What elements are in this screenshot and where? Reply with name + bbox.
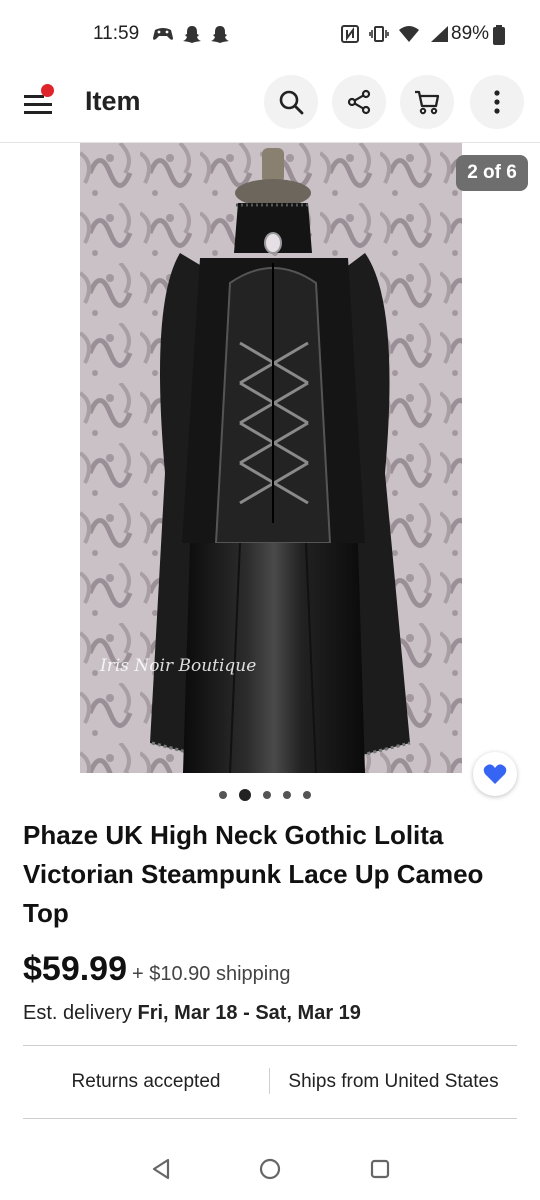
- more-options-button[interactable]: [470, 75, 524, 129]
- snapchat-icon: [183, 26, 201, 43]
- status-bar: 11:59 89%: [0, 0, 540, 70]
- menu-button[interactable]: [22, 84, 58, 120]
- home-circle-icon: [259, 1158, 281, 1180]
- share-button[interactable]: [332, 75, 386, 129]
- pagination-dot[interactable]: [263, 791, 271, 799]
- gamepad-icon: [153, 28, 173, 40]
- pagination-dot[interactable]: [219, 791, 227, 799]
- nfc-icon: [341, 25, 359, 43]
- home-button[interactable]: [255, 1154, 285, 1184]
- returns-info[interactable]: Returns accepted: [23, 1046, 269, 1118]
- signal-icon: [431, 26, 448, 42]
- gallery-pagination: [219, 789, 311, 801]
- item-title: Phaze UK High Neck Gothic Lolita Victori…: [23, 820, 484, 928]
- image-counter-badge: 2 of 6: [456, 155, 528, 191]
- app-header: Item: [0, 70, 540, 143]
- back-triangle-icon: [152, 1158, 170, 1180]
- item-price: $59.99: [23, 950, 127, 988]
- estimated-delivery: Est. delivery Fri, Mar 18 - Sat, Mar 19: [23, 1002, 361, 1025]
- delivery-dates: Fri, Mar 18 - Sat, Mar 19: [137, 1002, 361, 1024]
- cart-button[interactable]: [400, 75, 454, 129]
- recents-button[interactable]: [365, 1154, 395, 1184]
- notification-dot: [41, 84, 54, 97]
- system-nav-bar: [0, 1140, 540, 1200]
- back-button[interactable]: [146, 1154, 176, 1184]
- recents-square-icon: [370, 1159, 390, 1179]
- vibrate-icon: [369, 26, 389, 42]
- share-icon: [347, 89, 371, 115]
- system-icons: [340, 24, 449, 44]
- cart-icon: [415, 90, 440, 115]
- heart-icon: [483, 764, 507, 784]
- notification-icons: [152, 24, 230, 44]
- search-icon: [279, 90, 304, 115]
- shipping-cost: + $10.90 shipping: [132, 963, 291, 985]
- snapchat-icon: [211, 26, 229, 43]
- search-button[interactable]: [264, 75, 318, 129]
- more-vertical-icon: [494, 90, 500, 114]
- product-image[interactable]: Iris Noir Boutique: [80, 143, 462, 773]
- pagination-dot-active[interactable]: [239, 789, 251, 801]
- divider: [23, 1118, 517, 1119]
- delivery-label: Est. delivery: [23, 1002, 132, 1024]
- image-gallery[interactable]: Iris Noir Boutique: [0, 143, 540, 796]
- pagination-dot[interactable]: [303, 791, 311, 799]
- item-info-row: Returns accepted Ships from United State…: [23, 1046, 517, 1118]
- watch-button[interactable]: [473, 752, 517, 796]
- battery-percentage: 89%: [451, 23, 490, 44]
- price-row: $59.99 + $10.90 shipping: [23, 950, 290, 989]
- ships-from-info[interactable]: Ships from United States: [270, 1046, 517, 1118]
- pagination-dot[interactable]: [283, 791, 291, 799]
- page-title: Item: [85, 86, 141, 116]
- wifi-icon: [399, 26, 419, 42]
- watermark-text: Iris Noir Boutique: [99, 656, 256, 676]
- battery-icon: [493, 25, 505, 45]
- status-time: 11:59: [93, 23, 140, 44]
